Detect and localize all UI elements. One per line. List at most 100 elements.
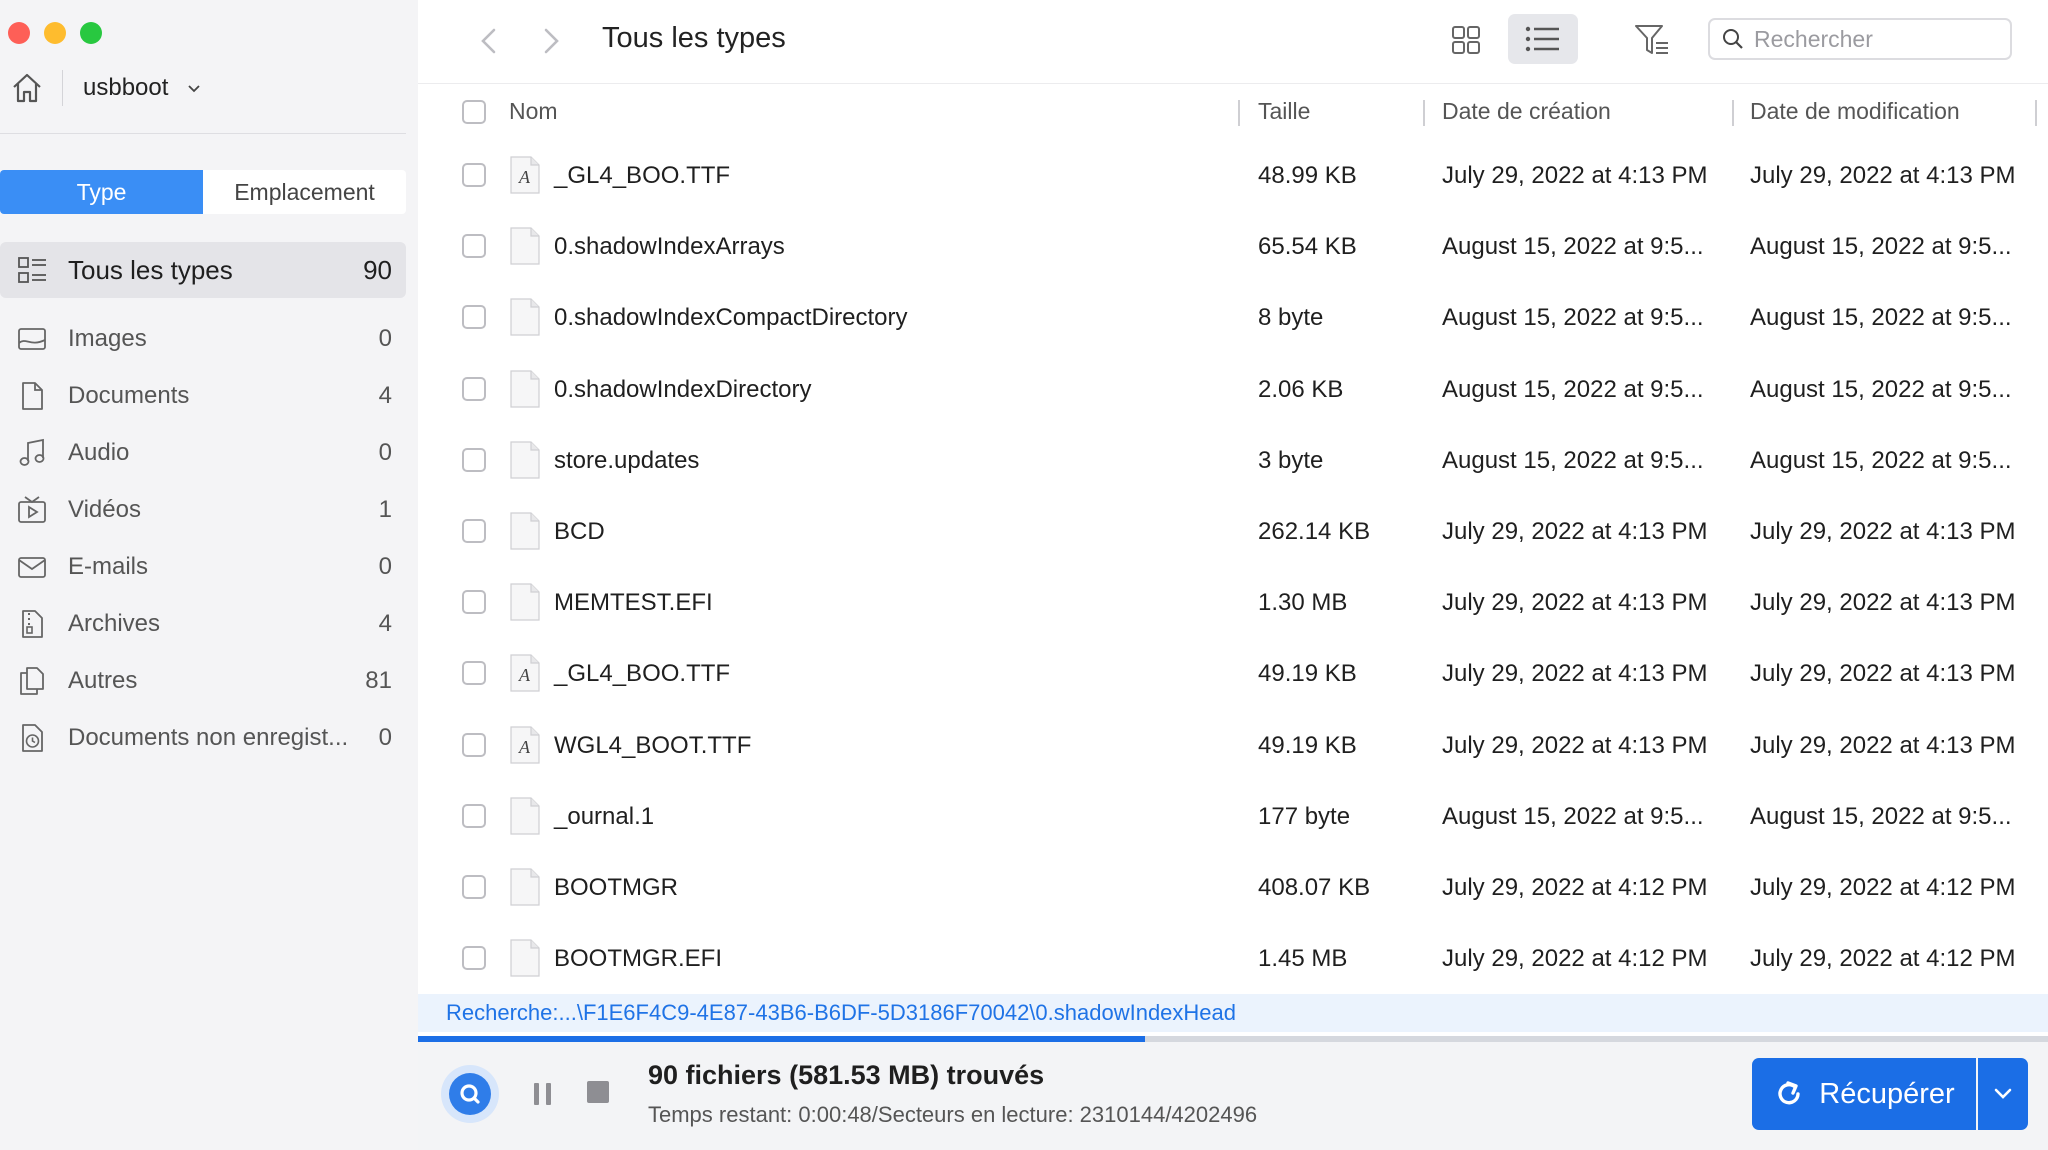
category-documents[interactable]: Documents 4 — [0, 367, 406, 424]
device-name[interactable]: usbboot — [83, 74, 168, 102]
all-types-icon — [18, 257, 46, 283]
mail-icon — [18, 556, 46, 578]
row-checkbox[interactable] — [462, 163, 486, 187]
filter-button[interactable] — [1630, 18, 1674, 62]
forward-arrow-icon[interactable] — [536, 24, 566, 58]
recover-button[interactable]: Récupérer — [1752, 1058, 1976, 1130]
table-row[interactable]: 0.shadowIndexCompactDirectory 8 byte Augus… — [418, 292, 2048, 363]
file-name: BOOTMGR.EFI — [554, 945, 722, 973]
table-row[interactable]: _ournal.1 177 byte August 15, 2022 at 9:5.… — [418, 791, 2048, 862]
svg-text:A: A — [518, 665, 531, 685]
column-header-name[interactable]: Nom — [509, 98, 558, 125]
column-separator[interactable] — [2035, 100, 2037, 126]
pause-icon[interactable] — [530, 1080, 556, 1108]
tab-type[interactable]: Type — [0, 170, 203, 214]
file-icon — [510, 441, 540, 479]
file-modified-date: July 29, 2022 at 4:13 PM — [1750, 518, 2016, 545]
row-checkbox[interactable] — [462, 732, 486, 757]
file-icon — [510, 298, 540, 336]
grid-view-button[interactable] — [1442, 18, 1490, 62]
file-modified-date: August 15, 2022 at 9:5... — [1750, 304, 2012, 332]
table-row[interactable]: BCD 262.14 KB July 29, 2022 at 4:13 PM July… — [418, 506, 2048, 577]
category-others[interactable]: Autres 81 — [0, 652, 406, 709]
file-icon — [510, 512, 540, 550]
category-count: 1 — [378, 495, 392, 523]
toolbar: Tous les types — [418, 0, 2048, 84]
column-header-modified[interactable]: Date de modification — [1750, 98, 1960, 125]
category-images[interactable]: Images 0 — [0, 310, 406, 367]
chevron-down-icon[interactable] — [186, 80, 202, 96]
category-emails[interactable]: E-mails 0 — [0, 538, 406, 595]
table-row[interactable]: BOOTMGR.EFI 1.45 MB July 29, 2022 at 4:12 … — [418, 933, 2048, 990]
music-note-icon — [19, 438, 45, 466]
file-created-date: July 29, 2022 at 4:13 PM — [1442, 660, 1708, 688]
column-header-created[interactable]: Date de création — [1442, 98, 1611, 125]
unsaved-document-icon — [22, 723, 43, 752]
row-checkbox[interactable] — [462, 234, 486, 259]
file-modified-date: July 29, 2022 at 4:13 PM — [1750, 660, 2016, 688]
minimize-window-button[interactable] — [44, 22, 66, 44]
table-row[interactable]: BOOTMGR 408.07 KB July 29, 2022 at 4:12 PM… — [418, 862, 2048, 933]
recover-options-button[interactable] — [1978, 1058, 2028, 1130]
file-name: MEMTEST.EFI — [554, 589, 713, 617]
row-checkbox[interactable] — [462, 447, 486, 472]
row-checkbox[interactable] — [462, 803, 486, 828]
tab-location[interactable]: Emplacement — [203, 170, 406, 214]
select-all-checkbox[interactable] — [462, 100, 486, 124]
home-icon[interactable] — [10, 71, 44, 105]
archive-icon — [22, 609, 43, 638]
device-selector[interactable]: usbboot — [10, 66, 202, 110]
row-checkbox[interactable] — [462, 946, 486, 971]
row-checkbox[interactable] — [462, 305, 486, 330]
close-window-button[interactable] — [8, 22, 30, 44]
time-remaining-text: Temps restant: 0:00:48/Secteurs en lectu… — [648, 1102, 1258, 1127]
file-icon — [510, 583, 540, 621]
file-size: 48.99 KB — [1258, 162, 1357, 189]
table-row[interactable]: store.updates 3 byte August 15, 2022 at 9:… — [418, 435, 2048, 506]
file-name: BCD — [554, 518, 605, 545]
stop-icon[interactable] — [586, 1080, 610, 1104]
table-row[interactable]: A _GL4_BOO.TTF 49.19 KB July 29, 2022 at 4:… — [418, 648, 2048, 719]
file-created-date: August 15, 2022 at 9:5... — [1442, 802, 1704, 830]
file-icon — [510, 227, 540, 265]
file-name: _ournal.1 — [554, 802, 655, 830]
file-name: WGL4_BOOT.TTF — [554, 731, 752, 759]
category-count: 4 — [378, 609, 392, 637]
column-separator[interactable] — [1732, 100, 1734, 126]
category-label: Documents non enregist... — [68, 723, 349, 751]
table-row[interactable]: 0.shadowIndexDirectory 2.06 KB August 15, … — [418, 364, 2048, 435]
search-box[interactable] — [1708, 18, 2012, 60]
file-created-date: July 29, 2022 at 4:13 PM — [1442, 518, 1708, 545]
category-archives[interactable]: Archives 4 — [0, 595, 406, 652]
row-checkbox[interactable] — [462, 875, 486, 899]
column-header-size[interactable]: Taille — [1258, 98, 1310, 125]
app-window: usbboot Type Emplacement Tous les types — [0, 0, 2048, 1150]
row-checkbox[interactable] — [462, 590, 486, 615]
table-row[interactable]: A _GL4_BOO.TTF 48.99 KB July 29, 2022 at 4:… — [418, 150, 2048, 221]
category-audio[interactable]: Audio 0 — [0, 424, 406, 481]
table-row[interactable]: 0.shadowIndexArrays 65.54 KB August 15, 20… — [418, 221, 2048, 292]
file-modified-date: July 29, 2022 at 4:12 PM — [1750, 945, 2016, 973]
category-label: Archives — [68, 609, 161, 637]
table-row[interactable]: A WGL4_BOOT.TTF 49.19 KB July 29, 2022 at 4… — [418, 720, 2048, 791]
list-view-button[interactable] — [1508, 14, 1578, 64]
column-separator[interactable] — [1423, 100, 1425, 126]
category-all-types[interactable]: Tous les types 90 — [0, 242, 406, 298]
row-checkbox[interactable] — [462, 661, 486, 686]
image-icon — [18, 327, 46, 350]
main-panel: Tous les types Rechercher Nom Taille Dat… — [418, 0, 2048, 1150]
scan-path-bar: Recherche:...\F1E6F4C9-4E87-43B6-B6DF-5D… — [418, 994, 2048, 1032]
file-size: 49.19 KB — [1258, 731, 1357, 759]
file-modified-date: July 29, 2022 at 4:13 PM — [1750, 589, 2016, 617]
back-arrow-icon[interactable] — [474, 24, 504, 58]
row-checkbox[interactable] — [462, 376, 486, 401]
column-separator[interactable] — [1238, 100, 1240, 126]
category-unsaved-documents[interactable]: Documents non enregist... 0 — [0, 709, 406, 766]
zoom-window-button[interactable] — [80, 22, 102, 44]
table-row[interactable]: MEMTEST.EFI 1.30 MB July 29, 2022 at 4:13 … — [418, 577, 2048, 648]
list-icon — [1525, 26, 1559, 52]
category-videos[interactable]: Vidéos 1 — [0, 481, 406, 538]
font-file-icon: A — [510, 654, 540, 692]
search-input[interactable] — [1754, 25, 1994, 53]
row-checkbox[interactable] — [462, 519, 486, 543]
